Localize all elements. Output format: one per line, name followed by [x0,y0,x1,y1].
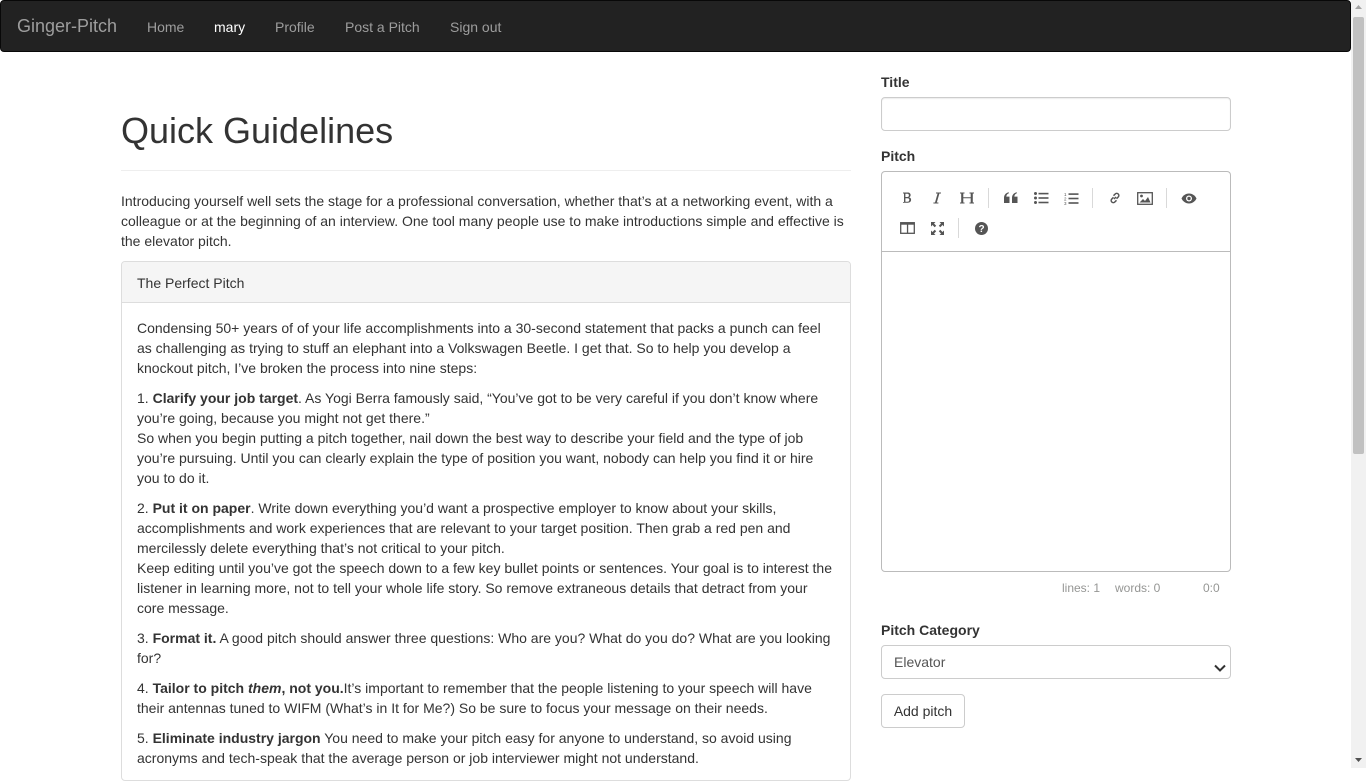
heading-icon[interactable] [955,186,979,210]
step-5: 5. Eliminate industry jargon You need to… [137,730,792,766]
bold-icon[interactable] [895,186,919,210]
toolbar-separator [1166,188,1167,208]
intro-paragraph: Introducing yourself well sets the stage… [121,193,844,249]
side-by-side-icon[interactable] [895,216,919,240]
nav-item-home[interactable]: Home [147,18,184,36]
svg-text:?: ? [978,224,984,235]
nav-item-user[interactable]: mary [214,18,245,36]
step-title: Eliminate industry jargon [152,730,321,746]
pitch-category-label: Pitch Category [881,622,980,638]
link-icon[interactable] [1103,186,1127,210]
help-icon[interactable]: ? [969,216,993,240]
add-pitch-button[interactable]: Add pitch [881,694,965,728]
toolbar-separator [988,188,989,208]
step-title: Clarify your job target [152,390,299,406]
chevron-down-icon [1214,658,1226,676]
step-4: 4. Tailor to pitch them, not you.It’s im… [137,680,812,716]
title-label: Title [881,74,910,90]
step-title: Tailor to pitch them, not you. [152,680,344,696]
toolbar-separator [958,218,959,238]
guidelines-panel: The Perfect Pitch Condensing 50+ years o… [121,261,851,781]
editor-status-words: words: 0 [1115,581,1161,595]
image-icon[interactable] [1133,186,1157,210]
nav-item-profile[interactable]: Profile [275,18,315,36]
pitch-editor[interactable] [881,251,1231,572]
page-title: Quick Guidelines [121,110,394,151]
panel-intro: Condensing 50+ years of of your life acc… [137,320,821,376]
pitch-category-select[interactable]: Elevator [881,645,1231,679]
top-navbar: Ginger-Pitch Home mary Profile Post a Pi… [0,0,1351,52]
scroll-down-icon[interactable] [1351,753,1366,768]
step-title: Put it on paper [152,500,251,516]
pitch-label: Pitch [881,148,916,164]
title-divider [121,170,851,171]
scrollbar-thumb[interactable] [1353,17,1364,454]
panel-heading: The Perfect Pitch [122,262,850,303]
page-scrollbar[interactable] [1351,0,1366,768]
ordered-list-icon[interactable]: 123 [1059,186,1083,210]
editor-status-cursor: 0:0 [1203,581,1220,595]
svg-text:3: 3 [1064,201,1067,205]
pitch-category-value: Elevator [894,654,946,670]
brand-link[interactable]: Ginger-Pitch [17,16,117,36]
scroll-up-icon[interactable] [1351,0,1366,15]
step-2: 2. Put it on paper. Write down everythin… [137,500,833,616]
editor-status-lines: lines: 1 [1062,581,1101,595]
step-1: 1. Clarify your job target. As Yogi Berr… [137,390,819,486]
panel-body: Condensing 50+ years of of your life acc… [122,303,850,768]
step-3: 3. Format it. A good pitch should answer… [137,630,831,666]
preview-icon[interactable] [1177,186,1201,210]
editor-toolbar: 123 ? [881,171,1231,251]
step-title: Format it. [152,630,217,646]
italic-icon[interactable] [925,186,949,210]
unordered-list-icon[interactable] [1029,186,1053,210]
quote-icon[interactable] [999,186,1023,210]
toolbar-separator [1092,188,1093,208]
fullscreen-icon[interactable] [925,216,949,240]
nav-item-post-pitch[interactable]: Post a Pitch [345,18,420,36]
nav-item-sign-out[interactable]: Sign out [450,18,501,36]
title-input[interactable] [881,97,1231,131]
